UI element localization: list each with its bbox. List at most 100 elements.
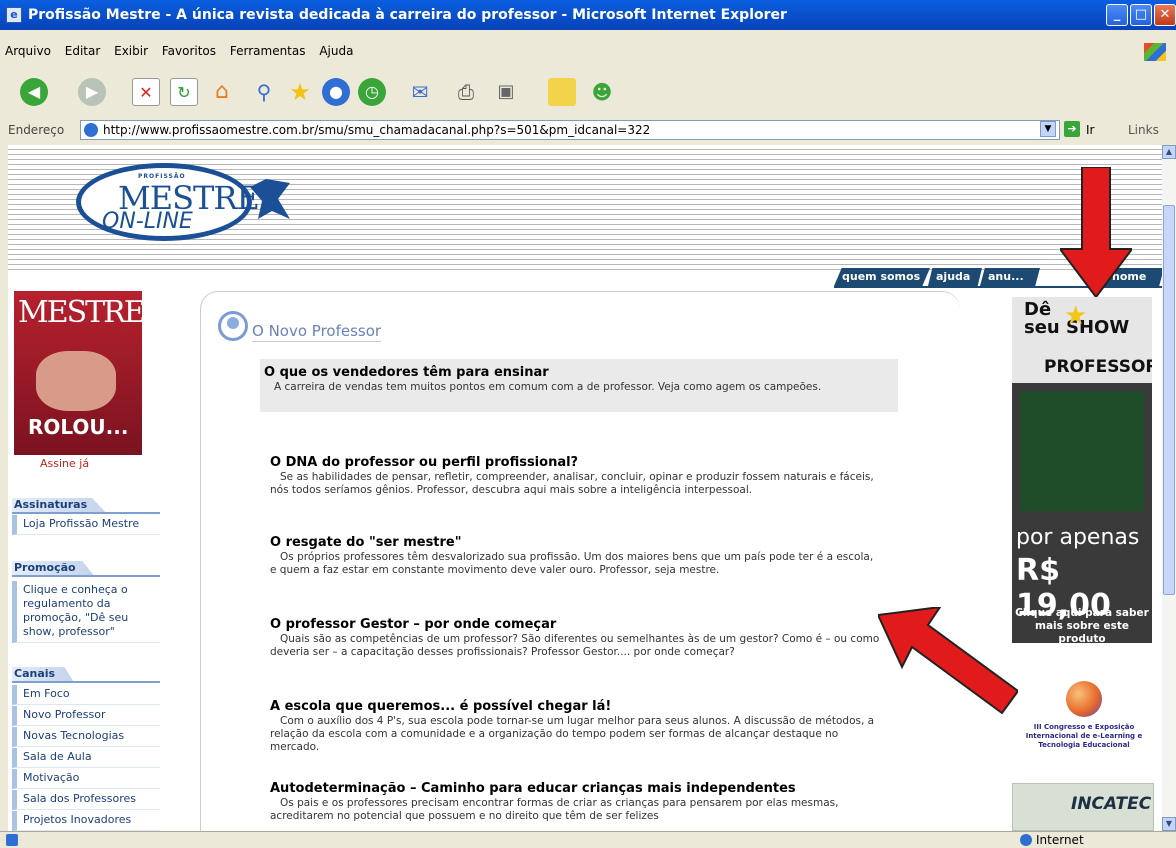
article-item[interactable]: Autodeterminação – Caminho para educar c… [270, 781, 880, 823]
promocao-heading-text: Promoção [12, 561, 94, 575]
vertical-scrollbar[interactable]: ▲ ▼ [1162, 145, 1176, 831]
logo-online-text: ON-LINE [102, 209, 193, 234]
ie-page-icon: e [6, 7, 22, 23]
article-title[interactable]: O resgate do "ser mestre" [270, 535, 880, 550]
sidebar-item-projetos-inovadores[interactable]: Projetos Inovadores [12, 811, 160, 831]
page-status-icon [6, 834, 18, 846]
congresso-text: III Congresso e Exposição Internacional … [1025, 723, 1143, 749]
back-icon[interactable]: ◀ [20, 78, 48, 106]
article-summary: Os pais e os professores precisam encont… [270, 797, 839, 822]
sidebar-item-novas-tecnologias[interactable]: Novas Tecnologias [12, 727, 160, 747]
browser-window: e Profissão Mestre - A única revista ded… [0, 0, 1176, 848]
magazine-title: MESTRE [18, 295, 142, 330]
magazine-cover[interactable]: MESTRE ROLOU... [14, 291, 142, 455]
address-label: Endereço [8, 123, 65, 137]
mail-icon[interactable]: ✉ [406, 78, 434, 106]
page-content: PROFISSÃO MESTRE ON-LINE quem somos ajud… [8, 145, 1162, 831]
nav-anuncie[interactable]: anu... [980, 268, 1040, 286]
ad-incatec[interactable]: INCATEC [1012, 783, 1154, 831]
zone-label: Internet [1036, 833, 1084, 847]
sidebar-item-motivacao[interactable]: Motivação [12, 769, 160, 789]
magazine-headline: ROLOU... [28, 415, 129, 439]
incatec-name: INCATEC [1071, 794, 1152, 814]
article-title[interactable]: O professor Gestor – por onde começar [270, 617, 880, 632]
featured-article[interactable]: O que os vendedores têm para ensinar A c… [264, 365, 874, 394]
sidebar-item-sala-dos-professores[interactable]: Sala dos Professores [12, 790, 160, 810]
window-title: Profissão Mestre - A única revista dedic… [28, 7, 787, 23]
canais-heading: Canais [12, 667, 160, 683]
ad-cta[interactable]: Clique aqui para saber mais sobre este p… [1012, 607, 1152, 643]
maximize-button[interactable]: □ [1130, 4, 1152, 26]
article-item[interactable]: A escola que queremos... é possível cheg… [270, 699, 880, 754]
links-button[interactable]: Links [1128, 123, 1159, 137]
title-bar: e Profissão Mestre - A única revista ded… [0, 0, 1176, 30]
history-icon[interactable]: ◷ [358, 78, 386, 106]
user-icon [218, 311, 248, 341]
stop-icon[interactable]: ✕ [132, 78, 160, 106]
address-dropdown-icon[interactable]: ▼ [1040, 121, 1056, 137]
article-summary: Os próprios professores têm desvalorizad… [270, 551, 874, 576]
scroll-up-icon[interactable]: ▲ [1162, 145, 1176, 159]
menu-editar[interactable]: Editar [60, 41, 106, 58]
scroll-thumb[interactable] [1163, 205, 1175, 595]
article-item[interactable]: O DNA do professor ou perfil profissiona… [270, 455, 880, 497]
menu-bar: Arquivo Editar Exibir Favoritos Ferramen… [0, 41, 1176, 63]
home-icon[interactable]: ⌂ [208, 78, 236, 106]
sidebar-item-em-foco[interactable]: Em Foco [12, 685, 160, 705]
sidebar-item-promocao[interactable]: Clique e conheça o regulamento da promoç… [12, 581, 160, 643]
favorites-icon[interactable]: ★ [286, 78, 314, 106]
featured-article-title[interactable]: O que os vendedores têm para ensinar [264, 365, 874, 380]
ad-por-apenas: por apenas [1016, 525, 1140, 550]
article-item[interactable]: O professor Gestor – por onde começar Qu… [270, 617, 880, 659]
article-item[interactable]: O resgate do "ser mestre" Os próprios pr… [270, 535, 880, 577]
nav-quem-somos[interactable]: quem somos [834, 268, 930, 286]
menu-ferramentas[interactable]: Ferramentas [225, 41, 311, 58]
address-input[interactable]: http://www.profissaomestre.com.br/smu/sm… [80, 120, 1060, 140]
ad-seu-text: seu [1024, 317, 1060, 338]
media-icon[interactable]: ● [322, 78, 350, 106]
article-summary: Se as habilidades de pensar, refletir, c… [270, 471, 874, 496]
ad-professor: PROFESSOR [1044, 357, 1152, 377]
nav-ajuda[interactable]: ajuda [928, 268, 982, 286]
print-icon[interactable]: ⎙ [452, 78, 480, 106]
menu-favoritos[interactable]: Favoritos [157, 41, 221, 58]
assine-link[interactable]: Assine já [40, 457, 89, 470]
folder-icon[interactable] [548, 78, 576, 106]
security-zone: Internet [1020, 833, 1084, 847]
refresh-icon[interactable]: ↻ [170, 78, 198, 106]
ad-show-professor[interactable]: Dê seu SHOW ★ PROFESSOR por apenas R$ 19,… [1012, 297, 1152, 643]
section-title: O Novo Professor [252, 322, 382, 342]
ad-congresso[interactable]: III Congresso e Exposição Internacional … [1010, 675, 1158, 749]
go-arrow-icon[interactable]: ➔ [1064, 121, 1080, 137]
assinaturas-heading: Assinaturas [12, 498, 160, 514]
ad-product-image [1020, 391, 1144, 511]
article-title[interactable]: Autodeterminação – Caminho para educar c… [270, 781, 880, 796]
address-url: http://www.profissaomestre.com.br/smu/sm… [103, 123, 651, 137]
article-title[interactable]: A escola que queremos... é possível cheg… [270, 699, 880, 714]
menu-exibir[interactable]: Exibir [109, 41, 153, 58]
article-title[interactable]: O DNA do professor ou perfil profissiona… [270, 455, 880, 470]
sidebar-item-sala-de-aula[interactable]: Sala de Aula [12, 748, 160, 768]
forward-icon[interactable]: ▶ [78, 78, 106, 106]
site-logo[interactable]: PROFISSÃO MESTRE ON-LINE [74, 153, 290, 245]
cover-image [36, 351, 116, 411]
canais-heading-text: Canais [12, 667, 74, 681]
scroll-down-icon[interactable]: ▼ [1162, 817, 1176, 831]
red-arrow-diagonal-icon [878, 607, 1018, 715]
sidebar-item-loja[interactable]: Loja Profissão Mestre [12, 515, 160, 535]
sidebar-item-novo-professor[interactable]: Novo Professor [12, 706, 160, 726]
article-summary: Com o auxílio dos 4 P's, sua escola pode… [270, 715, 875, 753]
minimize-button[interactable]: _ [1106, 4, 1128, 26]
status-bar: Internet [0, 831, 1176, 848]
congresso-logo-icon [1066, 681, 1102, 717]
globe-icon [1020, 834, 1032, 846]
search-icon[interactable]: ⚲ [250, 78, 278, 106]
menu-arquivo[interactable]: Arquivo [0, 41, 56, 58]
article-summary: Quais são as competências de um professo… [270, 633, 880, 658]
close-button[interactable]: ✕ [1154, 4, 1176, 26]
messenger-icon[interactable]: ☻ [588, 78, 616, 106]
edit-icon[interactable]: ▣ [492, 78, 520, 106]
star-icon: ★ [1064, 301, 1088, 331]
menu-ajuda[interactable]: Ajuda [314, 41, 358, 58]
go-button[interactable]: Ir [1086, 123, 1094, 137]
